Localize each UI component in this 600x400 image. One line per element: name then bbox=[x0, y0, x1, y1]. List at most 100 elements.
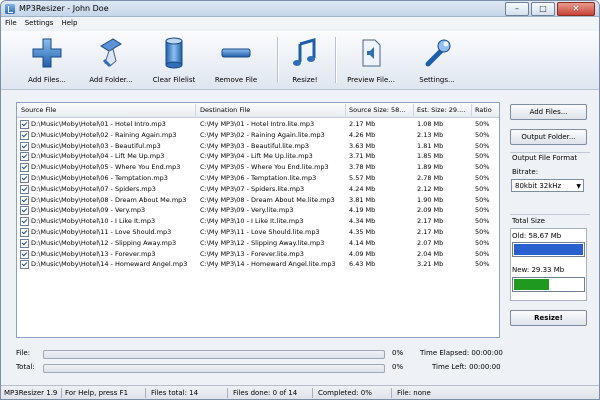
menu-settings[interactable]: Settings bbox=[25, 19, 54, 27]
table-row[interactable]: D:\Music\Moby\Hotel\03 - Beautiful.mp3 C:… bbox=[17, 141, 499, 151]
status-files-done: Files done: 0 of 14 bbox=[233, 389, 298, 397]
est-size-cell: 1.81 Mb bbox=[417, 141, 444, 150]
clear-filelist-label: Clear Filelist bbox=[152, 76, 196, 84]
row-checkbox[interactable] bbox=[20, 163, 29, 173]
table-row[interactable]: D:\Music\Moby\Hotel\08 - Dream About Me.… bbox=[17, 195, 499, 205]
row-checkbox[interactable] bbox=[20, 174, 29, 183]
source-file-cell: D:\Music\Moby\Hotel\13 - Forever.mp3 bbox=[31, 249, 156, 258]
table-row[interactable]: D:\Music\Moby\Hotel\04 - Lift Me Up.mp3 C… bbox=[17, 151, 499, 162]
row-checkbox[interactable] bbox=[20, 217, 29, 227]
bitrate-select[interactable]: 80kbit 32kHz ▼ bbox=[511, 179, 584, 192]
table-row[interactable]: D:\Music\Moby\Hotel\01 - Hotel Intro.mp3… bbox=[17, 119, 499, 129]
add-files-button[interactable]: Add Files... bbox=[510, 104, 587, 120]
source-size-cell: 4.14 Mb bbox=[349, 238, 376, 247]
add-files-label: Add Files... bbox=[28, 76, 66, 84]
status-file: File: none bbox=[397, 389, 431, 397]
menu-help[interactable]: Help bbox=[61, 19, 77, 27]
row-checkbox[interactable] bbox=[20, 249, 29, 259]
table-row[interactable]: D:\Music\Moby\Hotel\11 - Love Should.mp3… bbox=[17, 227, 499, 237]
preview-file-label: Preview File... bbox=[347, 76, 395, 84]
row-checkbox[interactable] bbox=[20, 184, 29, 194]
column-source-size[interactable]: Source Size: 58... bbox=[349, 106, 409, 114]
status-divider bbox=[61, 388, 62, 398]
time-left: Time Left: 00:00:00 bbox=[432, 363, 501, 371]
minus-icon bbox=[221, 48, 251, 58]
file-list[interactable]: Source File Destination File Source Size… bbox=[16, 102, 500, 338]
row-checkbox[interactable] bbox=[20, 195, 29, 205]
row-checkbox[interactable] bbox=[20, 238, 29, 248]
est-size-cell: 2.13 Mb bbox=[417, 130, 444, 139]
table-row[interactable]: D:\Music\Moby\Hotel\05 - Where You End.m… bbox=[17, 162, 499, 173]
table-row[interactable]: D:\Music\Moby\Hotel\06 - Temptation.mp3 C… bbox=[17, 173, 499, 183]
column-divider[interactable] bbox=[471, 104, 472, 116]
table-row[interactable]: D:\Music\Moby\Hotel\12 - Slipping Away.m… bbox=[17, 238, 499, 248]
preview-file-toolbar-button[interactable]: Preview File... bbox=[343, 33, 399, 87]
est-size-cell: 2.04 Mb bbox=[417, 249, 444, 258]
ratio-cell: 50% bbox=[475, 174, 490, 182]
database-icon bbox=[165, 37, 183, 69]
status-divider bbox=[312, 388, 313, 398]
app-icon bbox=[5, 3, 15, 14]
toolbar-separator bbox=[335, 37, 337, 83]
destination-file-cell: C:\My MP3\05 - Where You End.lite.mp3 bbox=[200, 163, 329, 172]
menu-file[interactable]: File bbox=[5, 19, 17, 27]
source-size-cell: 4.26 Mb bbox=[349, 130, 376, 139]
row-checkbox[interactable] bbox=[20, 228, 29, 237]
output-folder-button[interactable]: Output Folder... bbox=[510, 129, 587, 145]
ratio-cell: 50% bbox=[475, 217, 490, 226]
group-divider bbox=[510, 214, 590, 215]
est-size-cell: 3.21 Mb bbox=[417, 260, 444, 269]
table-row[interactable]: D:\Music\Moby\Hotel\13 - Forever.mp3 C:\M… bbox=[17, 249, 499, 259]
table-row[interactable]: D:\Music\Moby\Hotel\09 - Very.mp3 C:\My M… bbox=[17, 205, 499, 216]
ratio-cell: 50% bbox=[475, 238, 490, 247]
destination-file-cell: C:\My MP3\09 - Very.lite.mp3 bbox=[200, 206, 294, 215]
destination-file-cell: C:\My MP3\02 - Raining Again.lite.mp3 bbox=[200, 130, 325, 139]
table-row[interactable]: D:\Music\Moby\Hotel\10 - I Like It.mp3 C:… bbox=[17, 216, 499, 227]
remove-file-toolbar-button[interactable]: Remove File bbox=[211, 33, 261, 87]
maximize-button[interactable]: □ bbox=[531, 1, 555, 16]
source-size-cell: 2.17 Mb bbox=[349, 120, 376, 128]
column-divider[interactable] bbox=[413, 104, 414, 116]
ratio-cell: 50% bbox=[475, 195, 490, 204]
file-progress-bar bbox=[43, 350, 385, 359]
ratio-cell: 50% bbox=[475, 206, 490, 215]
table-row[interactable]: D:\Music\Moby\Hotel\07 - Spiders.mp3 C:\M… bbox=[17, 184, 499, 194]
column-ratio[interactable]: Ratio bbox=[475, 106, 497, 114]
destination-file-cell: C:\My MP3\08 - Dream About Me.lite.mp3 bbox=[200, 195, 335, 204]
file-progress-label: File: bbox=[16, 349, 31, 357]
add-folder-toolbar-button[interactable]: Add Folder... bbox=[83, 33, 139, 87]
row-checkbox[interactable] bbox=[20, 260, 29, 270]
row-checkbox[interactable] bbox=[20, 206, 29, 216]
est-size-cell: 1.08 Mb bbox=[417, 120, 444, 128]
est-size-cell: 2.07 Mb bbox=[417, 238, 444, 247]
source-file-cell: D:\Music\Moby\Hotel\03 - Beautiful.mp3 bbox=[31, 141, 161, 150]
column-source-file[interactable]: Source File bbox=[21, 106, 191, 114]
column-divider[interactable] bbox=[195, 104, 196, 116]
row-checkbox[interactable] bbox=[20, 130, 29, 140]
settings-toolbar-button[interactable]: Settings... bbox=[413, 33, 461, 87]
column-est-size[interactable]: Est. Size: 29.... bbox=[417, 106, 469, 114]
column-divider[interactable] bbox=[345, 104, 346, 116]
row-checkbox[interactable] bbox=[20, 120, 29, 129]
new-size-bar-fill bbox=[514, 279, 549, 290]
resize-toolbar-button[interactable]: Resize! bbox=[285, 33, 325, 87]
add-files-toolbar-button[interactable]: Add Files... bbox=[17, 33, 77, 87]
close-button[interactable]: ✕ bbox=[557, 1, 595, 16]
title-bar[interactable]: MP3Resizer - John Doe – □ ✕ bbox=[1, 1, 599, 17]
clear-filelist-toolbar-button[interactable]: Clear Filelist bbox=[149, 33, 199, 87]
total-progress-bar bbox=[43, 364, 385, 373]
column-destination-file[interactable]: Destination File bbox=[200, 106, 340, 114]
resize-button[interactable]: Resize! bbox=[510, 310, 587, 326]
table-row[interactable]: D:\Music\Moby\Hotel\02 - Raining Again.m… bbox=[17, 130, 499, 140]
est-size-cell: 2.17 Mb bbox=[417, 228, 444, 236]
row-checkbox[interactable] bbox=[20, 152, 29, 162]
source-file-cell: D:\Music\Moby\Hotel\04 - Lift Me Up.mp3 bbox=[31, 152, 165, 161]
row-checkbox[interactable] bbox=[20, 141, 29, 151]
minimize-button[interactable]: – bbox=[505, 1, 529, 16]
status-bar: MP3Resizer 1.9 For Help, press F1 Files … bbox=[1, 385, 599, 399]
est-size-cell: 1.85 Mb bbox=[417, 152, 444, 161]
bitrate-value: 80kbit 32kHz bbox=[515, 182, 562, 190]
destination-file-cell: C:\My MP3\12 - Slipping Away.lite.mp3 bbox=[200, 238, 325, 247]
folder-brush-icon bbox=[100, 38, 122, 68]
table-row[interactable]: D:\Music\Moby\Hotel\14 - Homeward Angel.… bbox=[17, 259, 499, 270]
